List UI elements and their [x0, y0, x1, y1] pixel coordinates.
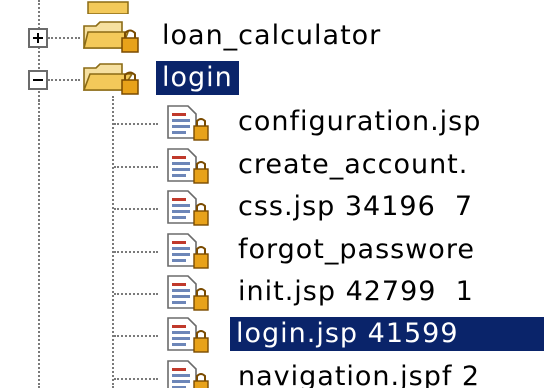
tree-connector — [114, 335, 158, 337]
tree-item-label[interactable]: forgot_passwore — [238, 233, 475, 267]
lock-icon — [193, 125, 209, 141]
expand-toggle[interactable] — [28, 28, 48, 48]
folder-open-icon — [82, 63, 139, 95]
folder-icon — [82, 21, 139, 53]
tree-connector — [114, 378, 158, 380]
tree-row-partial — [0, 0, 544, 14]
tree-item-folder[interactable]: loan_calculator — [0, 14, 544, 60]
lock-icon — [121, 79, 139, 95]
project-explorer-tree: loan_calculator login configuration.jsp — [0, 0, 544, 388]
jsp-file-icon — [167, 275, 209, 311]
tree-item-file[interactable]: create_account. — [0, 144, 544, 190]
tree-item-folder-selected[interactable]: login — [0, 56, 544, 102]
tree-connector — [114, 208, 158, 210]
jsp-file-icon — [167, 148, 209, 184]
jsp-file-icon — [167, 360, 209, 388]
tree-item-label[interactable]: configuration.jsp — [238, 105, 481, 139]
tree-connector — [114, 166, 158, 168]
lock-icon — [193, 253, 209, 269]
tree-item-file[interactable]: navigation.jspf 2 — [0, 356, 544, 388]
tree-item-label[interactable]: css.jsp 34196 7 — [238, 190, 473, 224]
lock-icon — [193, 380, 209, 388]
tree-item-file-selected[interactable]: login.jsp 41599 — [0, 313, 544, 359]
tree-item-label-selected[interactable]: login — [156, 61, 239, 95]
tree-item-file[interactable]: init.jsp 42799 1 — [0, 271, 544, 317]
tree-item-file[interactable]: configuration.jsp — [0, 101, 544, 147]
tree-connector — [48, 79, 80, 81]
jsp-file-icon — [167, 317, 209, 353]
lock-icon — [121, 37, 139, 53]
tree-item-file[interactable]: forgot_passwore — [0, 229, 544, 275]
tree-connector — [114, 293, 158, 295]
tree-item-label-selected[interactable]: login.jsp 41599 — [230, 317, 544, 351]
jsp-file-icon — [167, 105, 209, 141]
minus-icon — [33, 79, 43, 81]
tree-item-label[interactable]: create_account. — [238, 148, 468, 182]
tree-item-label[interactable]: loan_calculator — [162, 19, 381, 53]
tree-item-label[interactable]: navigation.jspf 2 — [238, 360, 480, 388]
lock-icon — [193, 295, 209, 311]
lock-icon — [193, 337, 209, 353]
plus-icon-v — [37, 33, 39, 43]
tree-connector — [114, 251, 158, 253]
lock-icon — [193, 168, 209, 184]
tree-item-file[interactable]: css.jsp 34196 7 — [0, 186, 544, 232]
tree-item-label[interactable]: init.jsp 42799 1 — [238, 275, 474, 309]
tree-connector — [48, 37, 80, 39]
tree-connector — [114, 123, 158, 125]
lock-icon — [193, 210, 209, 226]
jsp-file-icon — [167, 190, 209, 226]
folder-icon — [87, 1, 129, 14]
jsp-file-icon — [167, 233, 209, 269]
collapse-toggle[interactable] — [28, 70, 48, 90]
